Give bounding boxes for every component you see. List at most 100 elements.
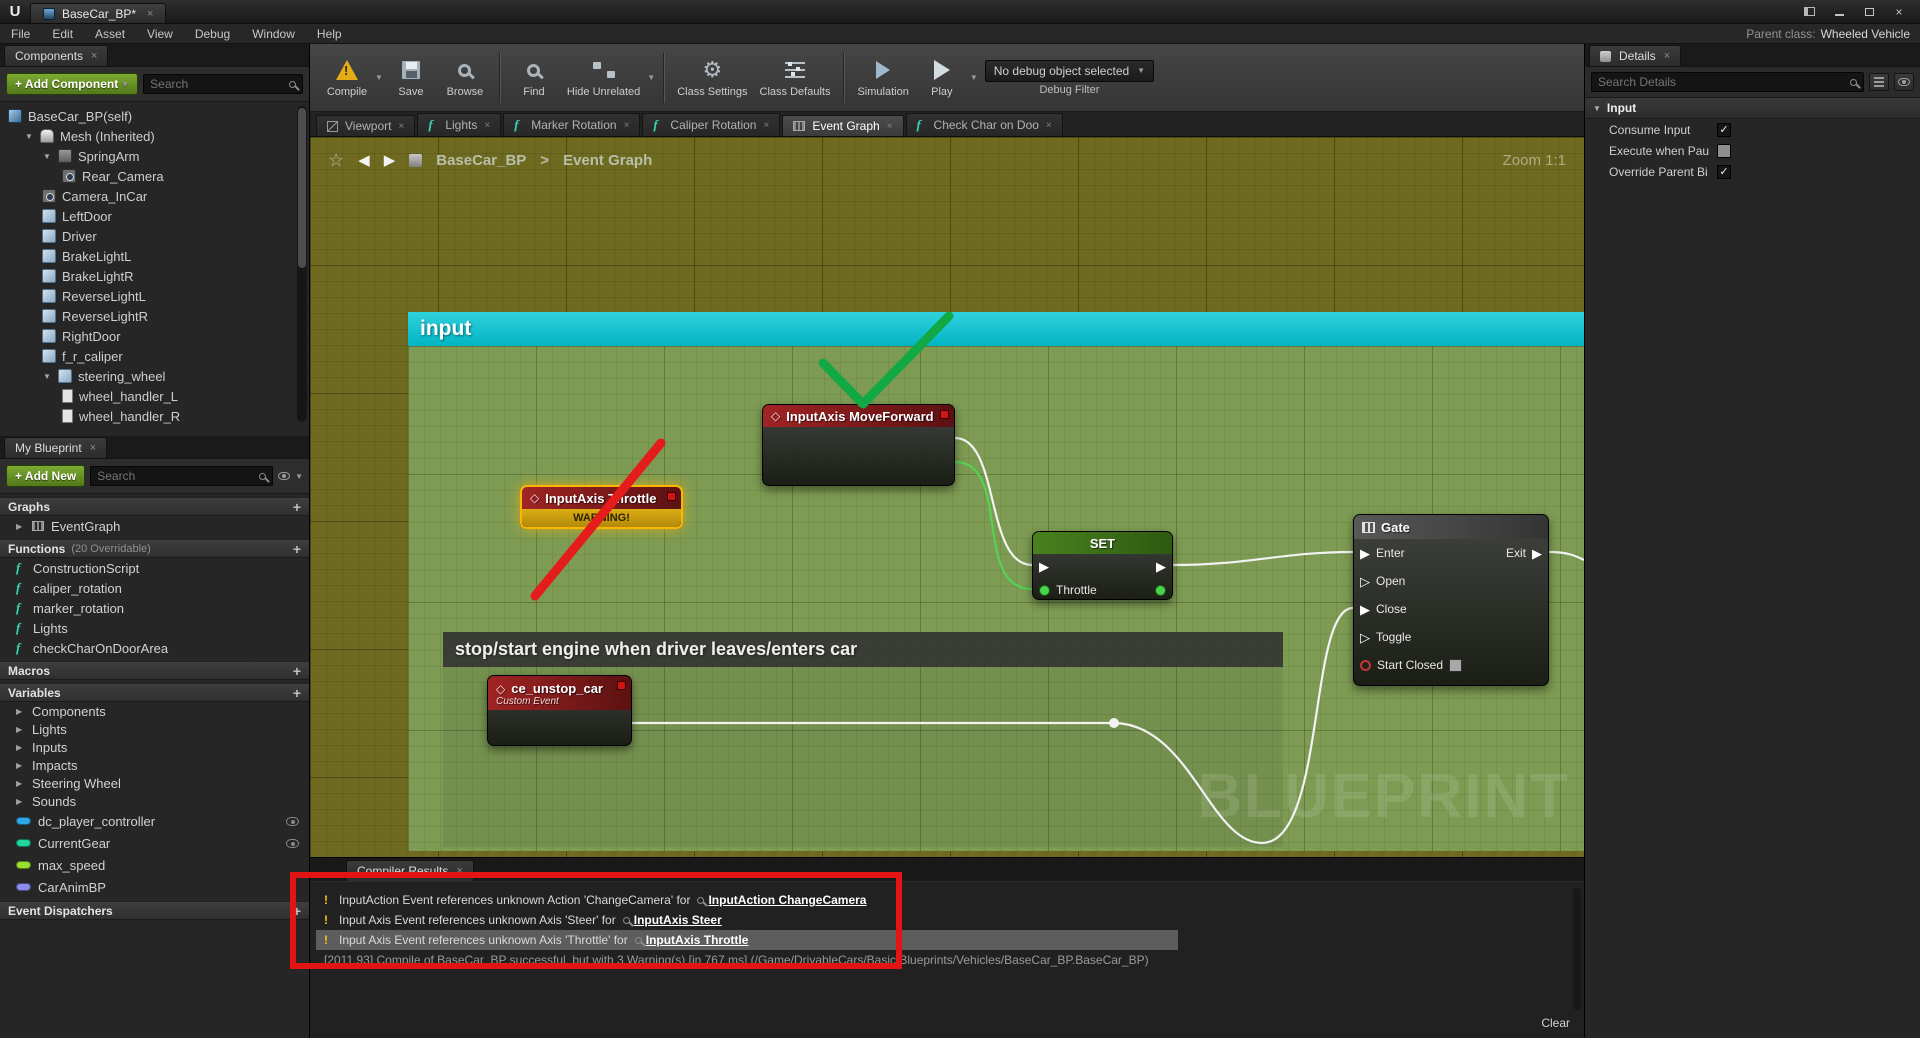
exec-output-pin[interactable]: ▶ [1156, 560, 1166, 573]
menu-help[interactable]: Help [306, 27, 353, 41]
breadcrumb-root[interactable]: BaseCar_BP [436, 152, 526, 169]
expander-icon[interactable]: ▶ [16, 761, 25, 770]
node-set-throttle[interactable]: SET ▶ ▶ Throttle [1032, 531, 1173, 600]
variable-category[interactable]: ▶Steering Wheel [0, 774, 309, 792]
node-header[interactable]: ◇ InputAxis Throttle [522, 487, 681, 509]
details-search[interactable] [1591, 72, 1864, 92]
tab-compiler-results[interactable]: Compiler Results × [346, 860, 474, 881]
components-tab-close-icon[interactable]: × [91, 50, 97, 62]
add-variable-icon[interactable]: + [293, 685, 301, 701]
compiler-warning-row-selected[interactable]: ! Input Axis Event references unknown Ax… [316, 930, 1178, 950]
variable-category[interactable]: ▶Components [0, 702, 309, 720]
variable-category[interactable]: ▶Inputs [0, 738, 309, 756]
my-blueprint-tab-close-icon[interactable]: × [90, 442, 96, 454]
expander-icon[interactable]: ▶ [16, 797, 25, 806]
node-header[interactable]: Gate [1354, 515, 1548, 539]
menu-edit[interactable]: Edit [41, 27, 84, 41]
variable-category[interactable]: ▶Impacts [0, 756, 309, 774]
expander-icon[interactable]: ▶ [16, 743, 25, 752]
variable-category[interactable]: ▶Sounds [0, 792, 309, 810]
toggle-input-pin[interactable]: ▷ [1360, 631, 1370, 644]
throttle-input-pin[interactable] [1039, 585, 1050, 596]
forward-icon[interactable]: ▶ [384, 151, 396, 169]
function-item[interactable]: fConstructionScript [0, 558, 309, 578]
tab-details[interactable]: Details × [1589, 45, 1681, 66]
play-button[interactable]: Play [915, 47, 969, 109]
compiler-warning-row[interactable]: ! InputAction Event references unknown A… [316, 890, 1568, 910]
expander-icon[interactable]: ▼ [24, 132, 34, 141]
debug-object-dropdown[interactable]: No debug object selected ▼ [985, 60, 1154, 82]
add-new-button[interactable]: + Add New [6, 465, 85, 487]
chevron-down-icon[interactable]: ▼ [295, 472, 303, 481]
tab-event-graph[interactable]: Event Graph× [782, 115, 903, 136]
tab-close-icon[interactable]: × [398, 121, 404, 132]
clear-button[interactable]: Clear [1541, 1016, 1570, 1030]
tree-row[interactable]: BaseCar_BP(self) [0, 106, 309, 126]
favorite-star-icon[interactable]: ☆ [328, 150, 344, 171]
tab-check-char[interactable]: fCheck Char on Doo× [906, 113, 1063, 136]
node-header[interactable]: ◇ InputAxis MoveForward [763, 405, 954, 427]
event-dispatchers-section-header[interactable]: Event Dispatchers + [0, 901, 309, 920]
variable-item[interactable]: CurrentGear [0, 832, 309, 854]
add-component-button[interactable]: + Add Component ▼ [6, 73, 138, 95]
tab-close-icon[interactable]: × [763, 120, 769, 131]
myblueprint-search[interactable] [90, 466, 273, 486]
menu-view[interactable]: View [136, 27, 184, 41]
compiler-warning-row[interactable]: ! Input Axis Event references unknown Ax… [316, 910, 1568, 930]
components-scrollbar[interactable] [297, 106, 307, 422]
node-gate[interactable]: Gate ▶Enter Exit▶ ▷Open ▶Close ▷Toggle S… [1353, 514, 1549, 686]
override-parent-binding-checkbox[interactable] [1717, 165, 1731, 179]
tree-row[interactable]: ▼Mesh (Inherited) [0, 126, 309, 146]
components-search[interactable] [143, 74, 303, 94]
node-ce-unstop-car[interactable]: ◇ce_unstop_car Custom Event ▶ [487, 675, 632, 746]
save-button[interactable]: Save [384, 47, 438, 109]
start-closed-bool-pin[interactable] [1360, 660, 1371, 671]
add-graph-icon[interactable]: + [293, 499, 301, 515]
class-settings-button[interactable]: ⚙ Class Settings [671, 47, 753, 109]
node-inputaxis-throttle[interactable]: ◇ InputAxis Throttle ▷ Axis Value WARNIN… [520, 485, 683, 529]
asset-tab-close-icon[interactable]: × [147, 8, 153, 20]
class-defaults-button[interactable]: Class Defaults [754, 47, 837, 109]
play-options-chevron-icon[interactable]: ▼ [970, 73, 978, 82]
compiler-link[interactable]: InputAction ChangeCamera [697, 893, 866, 907]
menu-asset[interactable]: Asset [84, 27, 136, 41]
open-input-pin[interactable]: ▷ [1360, 575, 1370, 588]
maximize-button[interactable] [1856, 3, 1882, 21]
hide-unrelated-button[interactable]: Hide Unrelated [561, 47, 646, 109]
start-closed-checkbox[interactable] [1449, 659, 1462, 672]
macros-section-header[interactable]: Macros + [0, 661, 309, 680]
tab-close-icon[interactable]: × [484, 120, 490, 131]
compiler-scrollbar[interactable] [1573, 888, 1581, 1010]
tab-viewport[interactable]: Viewport× [316, 115, 415, 136]
expander-icon[interactable]: ▼ [42, 372, 52, 381]
node-inputaxis-moveforward[interactable]: ◇ InputAxis MoveForward ▶ Axis Value [762, 404, 955, 486]
node-header[interactable]: SET [1033, 532, 1172, 554]
myblueprint-search-input[interactable] [97, 469, 255, 483]
scrollbar-thumb[interactable] [298, 108, 306, 268]
compiler-link[interactable]: InputAxis Throttle [635, 933, 749, 947]
function-item[interactable]: fmarker_rotation [0, 598, 309, 618]
tree-row[interactable]: BrakeLightR [0, 266, 309, 286]
function-item[interactable]: fcheckCharOnDoorArea [0, 638, 309, 658]
tree-row[interactable]: RightDoor [0, 326, 309, 346]
variable-item[interactable]: CarAnimBP [0, 876, 309, 898]
simulation-button[interactable]: Simulation [851, 47, 914, 109]
tab-my-blueprint[interactable]: My Blueprint × [4, 437, 107, 458]
variable-item[interactable]: dc_player_controller [0, 810, 309, 832]
compiler-link[interactable]: InputAxis Steer [623, 913, 722, 927]
consume-input-checkbox[interactable] [1717, 123, 1731, 137]
tree-row[interactable]: BrakeLightL [0, 246, 309, 266]
details-search-input[interactable] [1598, 75, 1846, 89]
property-matrix-button[interactable] [1869, 73, 1889, 91]
exec-input-pin[interactable]: ▶ [1039, 560, 1049, 573]
event-graph-canvas[interactable]: input stop/start engine when driver leav… [310, 137, 1584, 857]
function-item[interactable]: fcaliper_rotation [0, 578, 309, 598]
tree-row[interactable]: LeftDoor [0, 206, 309, 226]
tree-row[interactable]: wheel_handler_R [0, 406, 309, 426]
value-output-pin[interactable] [1155, 585, 1166, 596]
hide-unrelated-chevron-icon[interactable]: ▼ [647, 73, 655, 82]
tab-close-icon[interactable]: × [1046, 120, 1052, 131]
expander-icon[interactable]: ▶ [16, 522, 25, 531]
execute-when-paused-checkbox[interactable] [1717, 144, 1731, 158]
close-button[interactable]: × [1886, 3, 1912, 21]
